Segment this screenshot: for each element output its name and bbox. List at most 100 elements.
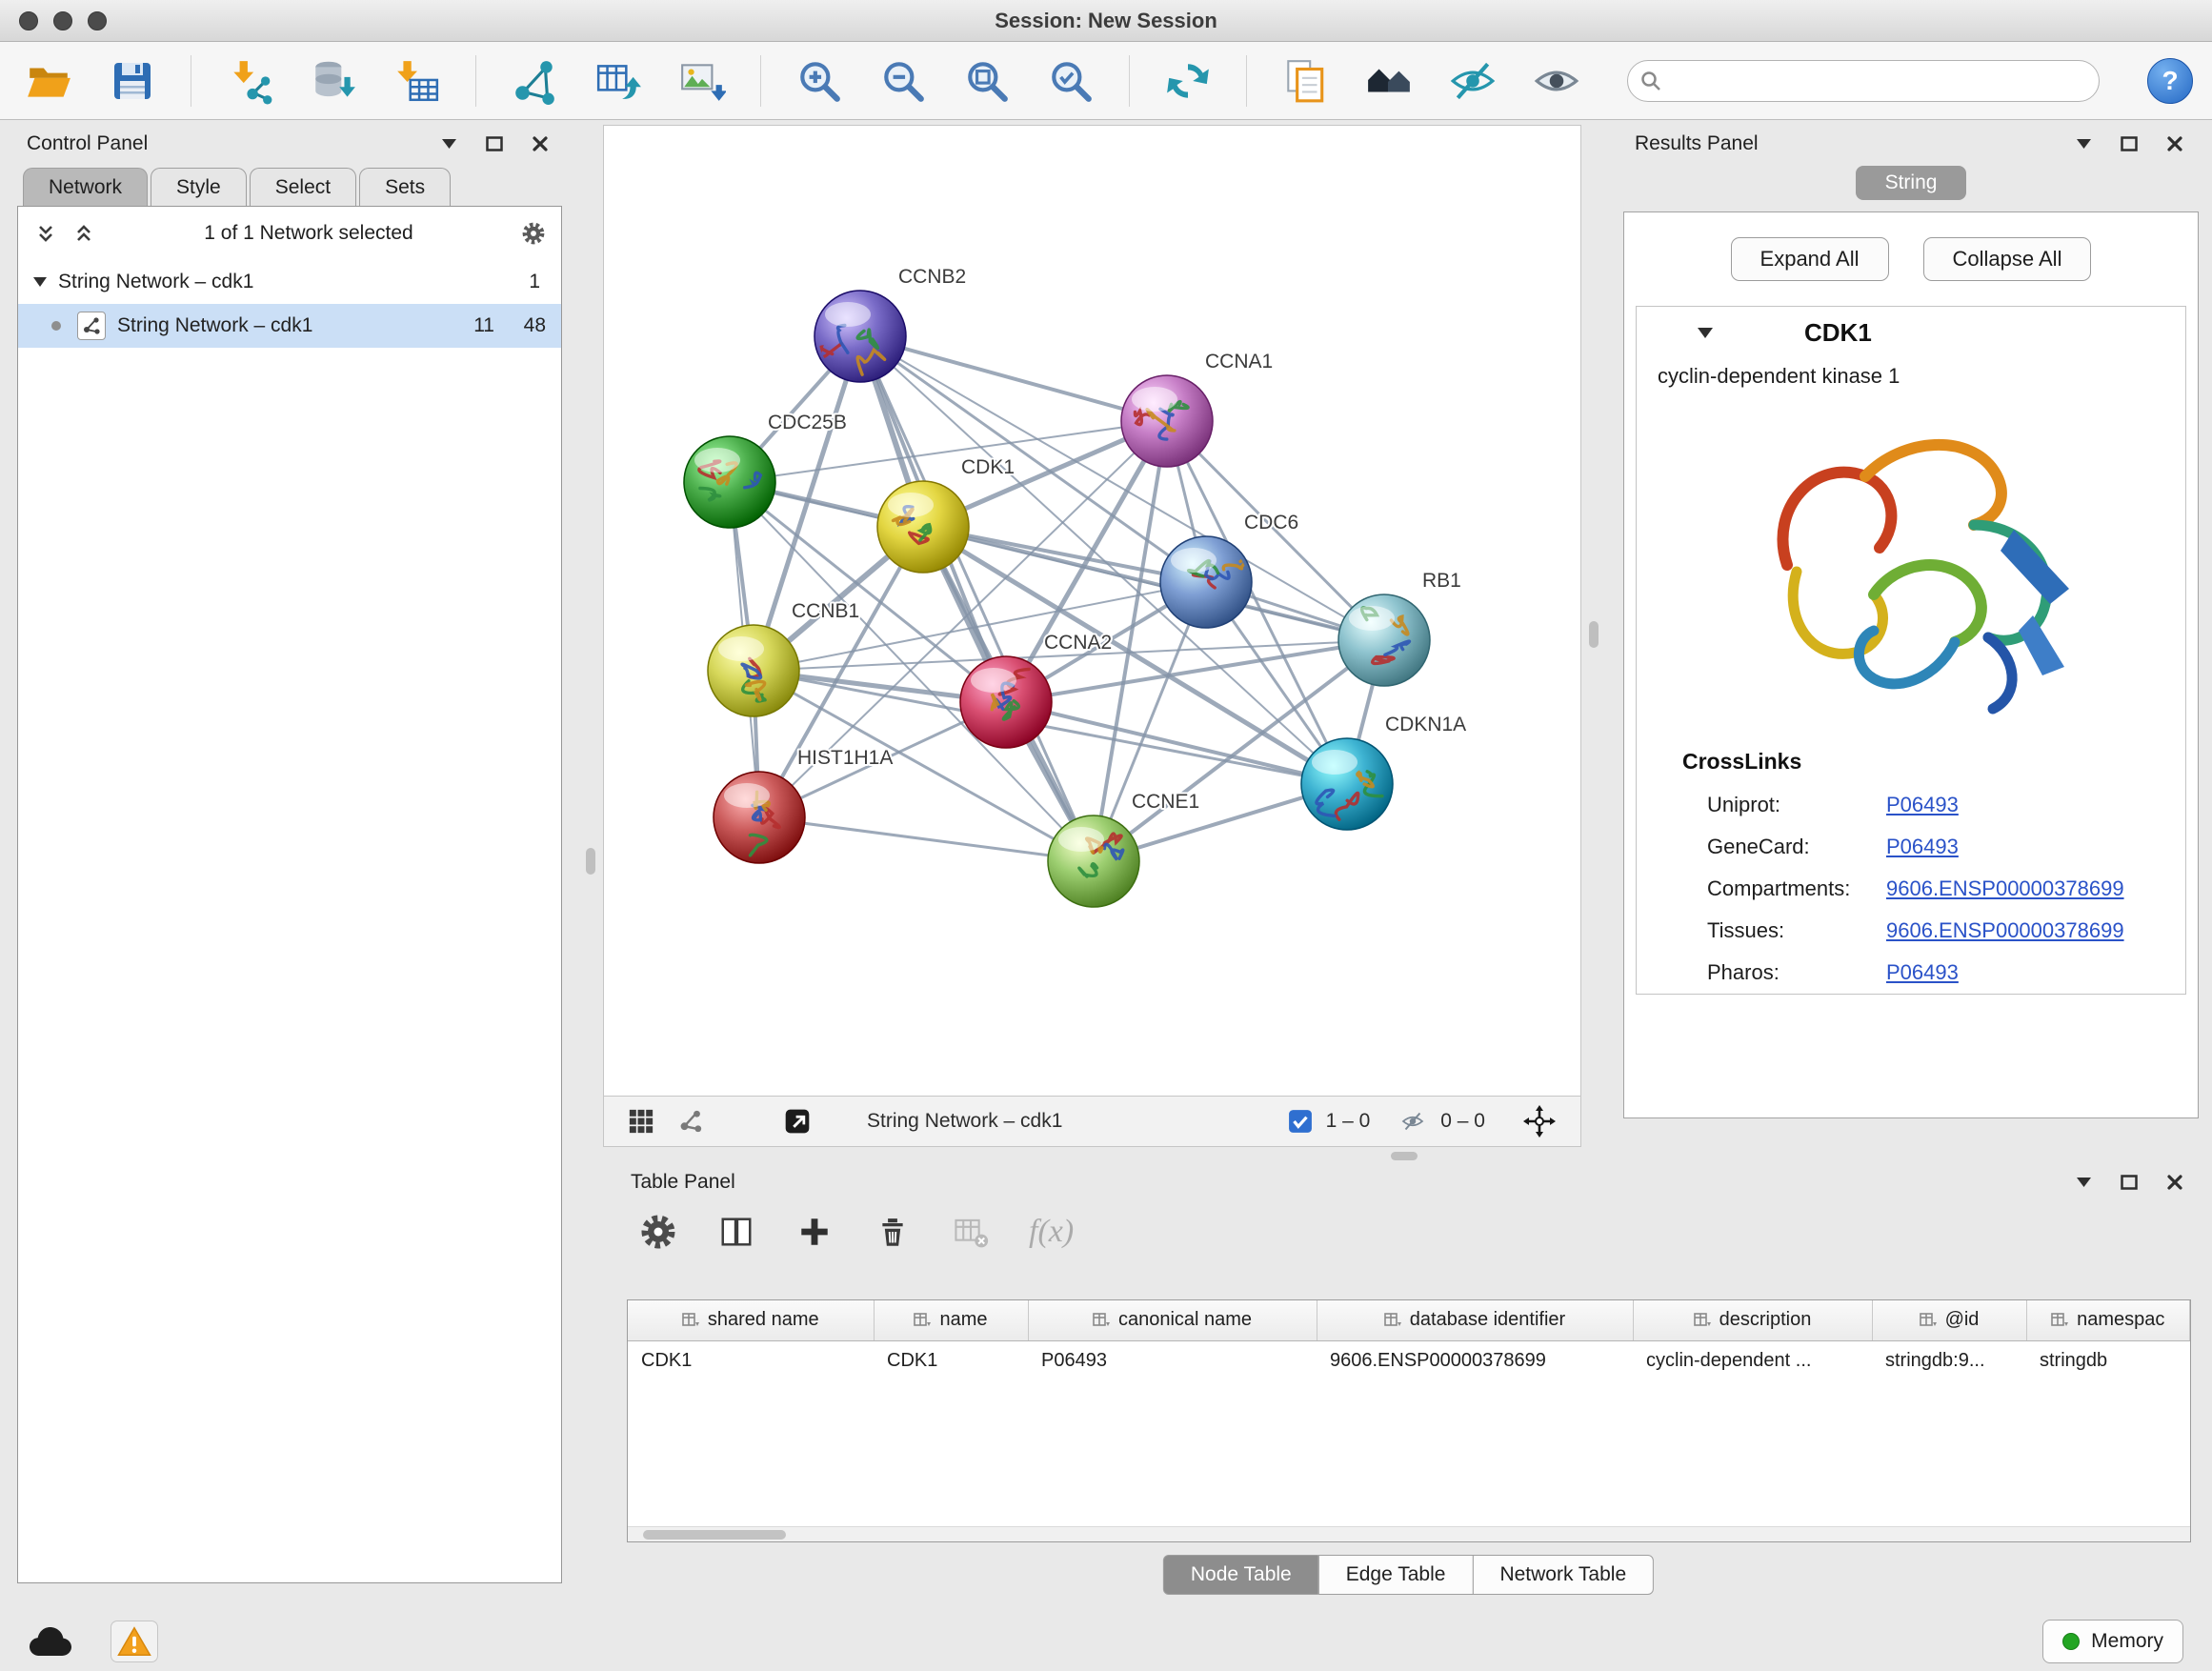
tab-network-table[interactable]: Network Table [1472, 1555, 1654, 1595]
network-node[interactable]: CCNA1 [1121, 351, 1273, 467]
window-close-button[interactable] [19, 11, 38, 30]
zoom-fit-button[interactable] [957, 51, 1016, 111]
cell-shared-name[interactable]: CDK1 [628, 1340, 874, 1380]
network-canvas[interactable]: CCNB2CCNA1CDC25BCDK1CDC6RB1CCNB1CCNA2CDK… [604, 126, 1580, 1096]
network-edge[interactable] [860, 336, 1094, 861]
crosslink-compartments-link[interactable]: 9606.ENSP00000378699 [1886, 876, 2124, 901]
column-header-id[interactable]: @id [1872, 1300, 2026, 1340]
network-edge[interactable] [1006, 702, 1347, 784]
delete-table-button-disabled[interactable] [951, 1212, 991, 1252]
fit-content-crosshair-icon[interactable] [1523, 1105, 1556, 1137]
network-edge[interactable] [759, 817, 1094, 861]
network-options-button[interactable] [521, 221, 546, 246]
crosslink-genecard-link[interactable]: P06493 [1886, 835, 1959, 859]
memory-indicator[interactable]: Memory [2042, 1620, 2183, 1663]
network-node[interactable]: CDK1 [877, 456, 1015, 573]
zoom-out-button[interactable] [874, 51, 933, 111]
zoom-in-button[interactable] [790, 51, 849, 111]
column-header-description[interactable]: description [1633, 1300, 1872, 1340]
collapse-all-button[interactable]: Collapse All [1923, 237, 2092, 281]
cell-name[interactable]: CDK1 [874, 1340, 1028, 1380]
import-network-database-button[interactable] [304, 51, 363, 111]
cell-namespace[interactable]: stringdb [2026, 1340, 2190, 1380]
import-network-file-button[interactable] [220, 51, 279, 111]
horizontal-scrollbar[interactable] [628, 1526, 2190, 1541]
column-header-shared-name[interactable]: shared name [628, 1300, 874, 1340]
export-image-button[interactable] [673, 51, 732, 111]
cell-description[interactable]: cyclin-dependent ... [1633, 1340, 1872, 1380]
help-button[interactable]: ? [2147, 58, 2193, 104]
network-node[interactable]: CDC6 [1160, 512, 1298, 628]
panel-float-button[interactable] [2117, 131, 2142, 156]
panel-close-button[interactable] [528, 131, 553, 156]
crosslink-tissues-link[interactable]: 9606.ENSP00000378699 [1886, 918, 2124, 943]
scrollbar-thumb[interactable] [643, 1530, 786, 1540]
detach-view-button[interactable] [785, 1109, 810, 1134]
tab-sets[interactable]: Sets [359, 168, 451, 206]
cell-canonical-name[interactable]: P06493 [1028, 1340, 1317, 1380]
tab-style[interactable]: Style [151, 168, 247, 206]
expand-all-networks-button[interactable] [71, 221, 96, 246]
network-node[interactable]: CCNB2 [814, 266, 966, 382]
column-header-name[interactable]: name [874, 1300, 1028, 1340]
protein-section-header[interactable]: CDK1 [1637, 307, 2185, 358]
new-network-button[interactable] [505, 51, 564, 111]
save-session-button[interactable] [103, 51, 162, 111]
splitter-handle[interactable] [1589, 621, 1599, 648]
cloud-icon[interactable] [29, 1625, 72, 1658]
tab-select[interactable]: Select [250, 168, 356, 206]
panel-menu-button[interactable] [436, 131, 461, 156]
show-columns-button[interactable] [716, 1212, 756, 1252]
node-label: CCNB1 [792, 600, 859, 622]
table-options-button[interactable] [638, 1212, 678, 1252]
open-session-button[interactable] [19, 51, 78, 111]
tab-edge-table[interactable]: Edge Table [1318, 1555, 1474, 1595]
panel-close-button[interactable] [2162, 1170, 2187, 1195]
panel-close-button[interactable] [2162, 131, 2187, 156]
column-header-database-identifier[interactable]: database identifier [1317, 1300, 1633, 1340]
search-input[interactable] [1627, 60, 2100, 102]
table-row[interactable]: CDK1 CDK1 P06493 9606.ENSP00000378699 cy… [628, 1340, 2190, 1380]
network-node[interactable]: HIST1H1A [714, 747, 893, 863]
tab-node-table[interactable]: Node Table [1163, 1555, 1319, 1595]
zoom-selected-button[interactable] [1041, 51, 1100, 111]
expand-all-button[interactable]: Expand All [1731, 237, 1889, 281]
column-header-namespace[interactable]: namespac [2026, 1300, 2190, 1340]
function-builder-button[interactable]: f(x) [1029, 1214, 1074, 1250]
panel-float-button[interactable] [2117, 1170, 2142, 1195]
panel-menu-button[interactable] [2071, 131, 2096, 156]
import-table-button[interactable] [388, 51, 447, 111]
selected-checkbox-icon[interactable] [1288, 1109, 1313, 1134]
birds-eye-view-button[interactable] [1359, 51, 1418, 111]
collapse-all-networks-button[interactable] [33, 221, 58, 246]
delete-column-button[interactable] [873, 1212, 913, 1252]
network-node[interactable]: RB1 [1338, 570, 1461, 686]
cell-id[interactable]: stringdb:9... [1872, 1340, 2026, 1380]
show-all-button[interactable] [1527, 51, 1586, 111]
cell-database-identifier[interactable]: 9606.ENSP00000378699 [1317, 1340, 1633, 1380]
create-column-button[interactable] [794, 1212, 835, 1252]
splitter-handle[interactable] [1391, 1152, 1418, 1160]
network-collection-row[interactable]: String Network – cdk1 1 [18, 260, 561, 304]
panel-float-button[interactable] [482, 131, 507, 156]
export-table-button[interactable] [589, 51, 648, 111]
window-zoom-button[interactable] [88, 11, 107, 30]
apply-layout-button[interactable] [1158, 51, 1217, 111]
window-minimize-button[interactable] [53, 11, 72, 30]
column-header-canonical-name[interactable]: canonical name [1028, 1300, 1317, 1340]
copy-button[interactable] [1276, 51, 1335, 111]
grid-view-button[interactable] [629, 1109, 654, 1134]
splitter-handle[interactable] [586, 848, 595, 875]
hide-selected-button[interactable] [1443, 51, 1502, 111]
crosslink-uniprot-link[interactable]: P06493 [1886, 793, 1959, 817]
results-tab-string[interactable]: String [1856, 166, 1966, 200]
tab-network[interactable]: Network [23, 168, 148, 206]
network-graph[interactable]: CCNB2CCNA1CDC25BCDK1CDC6RB1CCNB1CCNA2CDK… [604, 126, 1580, 1096]
warnings-button[interactable] [111, 1621, 158, 1662]
panel-menu-button[interactable] [2071, 1170, 2096, 1195]
network-node[interactable]: CCNB1 [708, 600, 859, 716]
network-view-mode-button[interactable] [678, 1109, 703, 1134]
crosslink-pharos-link[interactable]: P06493 [1886, 960, 1959, 985]
network-node[interactable]: CDKN1A [1301, 714, 1466, 830]
network-row-selected[interactable]: String Network – cdk1 11 48 [18, 304, 561, 348]
